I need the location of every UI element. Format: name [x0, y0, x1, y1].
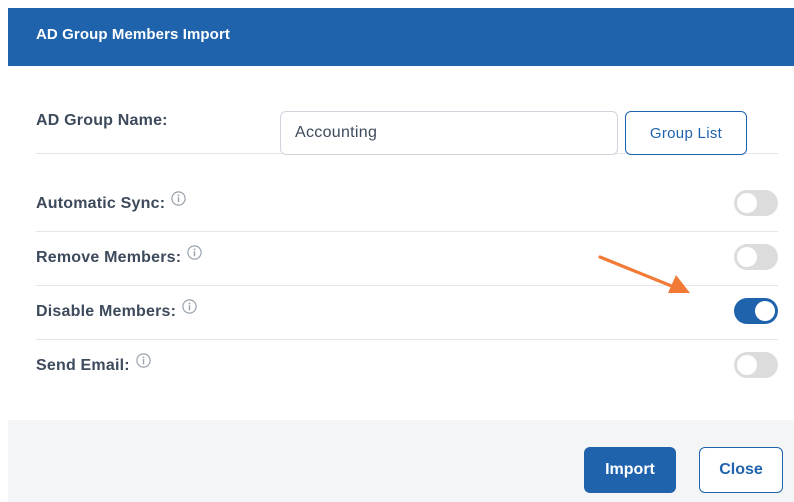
close-button[interactable]: Close — [699, 447, 783, 493]
info-icon[interactable] — [136, 337, 151, 391]
annotation-arrow-icon — [598, 255, 690, 293]
automatic-sync-row: Automatic Sync: — [36, 177, 778, 232]
send-email-row: Send Email: — [36, 339, 778, 393]
disable-members-text: Disable Members: — [36, 303, 177, 320]
send-email-toggle[interactable] — [734, 352, 778, 378]
dialog-title: AD Group Members Import — [36, 26, 230, 43]
dialog-body: AD Group Name: Group List Automatic Sync… — [8, 66, 794, 420]
info-icon[interactable] — [171, 175, 186, 229]
disable-members-toggle[interactable] — [734, 298, 778, 324]
toggle-knob — [737, 193, 757, 213]
info-icon[interactable] — [187, 229, 202, 283]
automatic-sync-text: Automatic Sync: — [36, 195, 166, 212]
info-icon[interactable] — [182, 283, 197, 337]
toggle-knob — [737, 355, 757, 375]
toggle-knob — [737, 247, 757, 267]
import-button[interactable]: Import — [584, 447, 676, 493]
automatic-sync-toggle[interactable] — [734, 190, 778, 216]
remove-members-label: Remove Members: — [36, 231, 202, 285]
remove-members-text: Remove Members: — [36, 249, 182, 266]
send-email-text: Send Email: — [36, 357, 130, 374]
toggle-knob — [755, 301, 775, 321]
remove-members-toggle[interactable] — [734, 244, 778, 270]
dialog-footer: Import Close — [8, 420, 794, 502]
group-list-button[interactable]: Group List — [625, 111, 747, 155]
dialog-header: AD Group Members Import — [8, 8, 794, 66]
automatic-sync-label: Automatic Sync: — [36, 177, 186, 231]
send-email-label: Send Email: — [36, 339, 151, 393]
group-name-input[interactable] — [280, 111, 618, 155]
disable-members-label: Disable Members: — [36, 285, 197, 339]
group-name-label: AD Group Name: — [36, 112, 168, 129]
top-margin — [0, 0, 794, 8]
